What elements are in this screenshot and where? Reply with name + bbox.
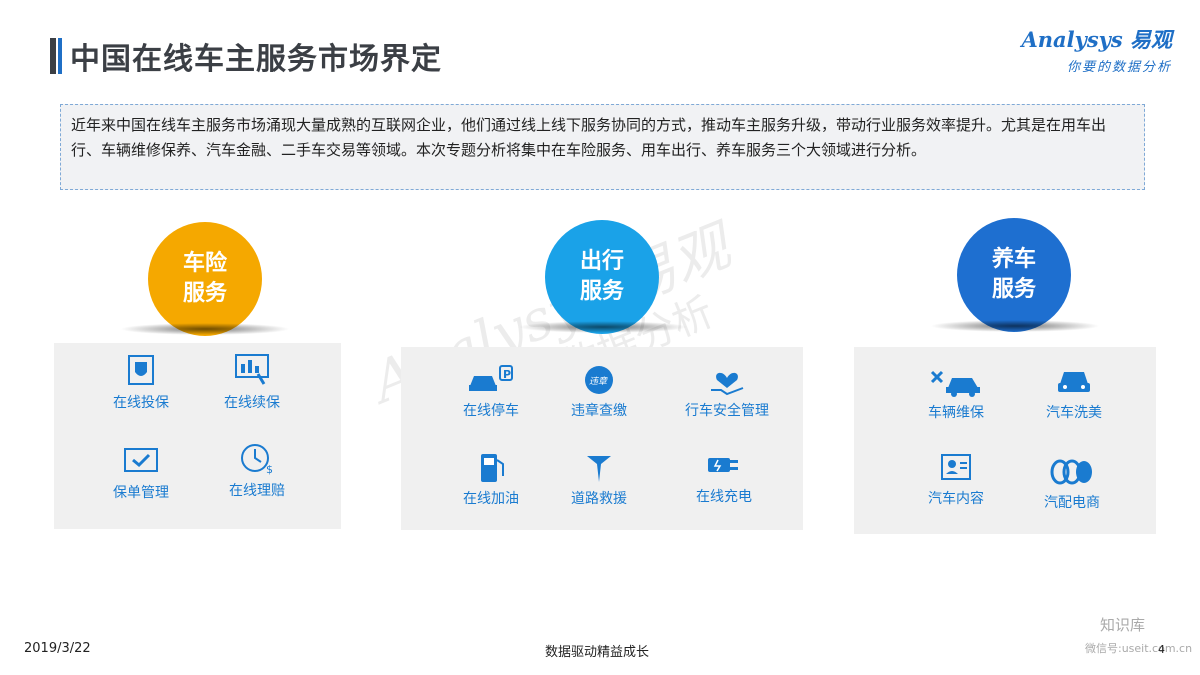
wechat-name: 知识库 [1100, 616, 1146, 634]
tires-icon [1050, 459, 1092, 485]
car-care-title-line1: 养车 [991, 247, 1036, 272]
title-accent-bar [50, 38, 56, 74]
logo: Analysys 易观 你要的数据分析 [1021, 24, 1172, 75]
item-label: 在线停车 [463, 403, 519, 419]
logo-slogan: 你要的数据分析 [1066, 60, 1172, 75]
violation-badge-icon: 违章 [585, 366, 613, 394]
clock-dollar-icon: $ [241, 444, 273, 476]
car-parking-icon: P [469, 365, 513, 391]
fuel-pump-icon [481, 454, 504, 482]
service-item-online-charge[interactable]: 在线充电 [669, 450, 779, 506]
service-item-road-rescue[interactable]: 道路救援 [544, 450, 654, 508]
circle-shadow [930, 320, 1100, 332]
service-item-online-refuel[interactable]: 在线加油 [436, 450, 546, 508]
item-label: 在线加油 [463, 491, 519, 507]
item-label: 道路救援 [571, 491, 627, 507]
item-label: 在线理赔 [229, 483, 285, 499]
wrench-hook-icon [587, 456, 611, 482]
service-item-driving-safety[interactable]: 行车安全管理 [672, 364, 782, 420]
service-item-car-content[interactable]: 汽车内容 [901, 452, 1011, 508]
item-label: 在线投保 [113, 395, 169, 411]
item-label: 汽车洗美 [1046, 405, 1102, 421]
renew-screen-icon [235, 354, 269, 385]
footer-slogan: 数据驱动精益成长 [545, 645, 650, 660]
insurance-title-line2: 服务 [182, 281, 227, 306]
service-item-car-maintenance[interactable]: 车辆维保 [901, 366, 1011, 422]
item-label: 汽车内容 [928, 491, 984, 507]
page-title: 中国在线车主服务市场界定 [70, 42, 442, 77]
title-accent-bar-blue [58, 38, 62, 74]
travel-service-circle: 出行 服务 [545, 220, 659, 334]
heart-hand-icon [711, 372, 744, 396]
logo-brand: Analysys 易观 [1021, 27, 1172, 52]
profile-card-icon [941, 454, 971, 480]
service-item-parts-ecommerce[interactable]: 汽配电商 [1017, 456, 1127, 512]
item-label: 车辆维保 [928, 405, 984, 421]
car-care-service-circle: 养车 服务 [957, 218, 1071, 332]
item-label: 汽配电商 [1044, 495, 1100, 511]
item-label: 行车安全管理 [685, 403, 769, 419]
circle-shadow [518, 321, 688, 333]
circle-shadow [120, 323, 290, 335]
svg-text:违章: 违章 [589, 376, 608, 387]
service-item-policy-manage[interactable]: 保单管理 [86, 446, 196, 502]
service-item-online-parking[interactable]: P 在线停车 [436, 364, 546, 420]
item-label: 保单管理 [113, 485, 169, 501]
insurance-title-line1: 车险 [182, 251, 227, 276]
charger-plug-icon [708, 458, 738, 472]
page-number: 4 [1158, 643, 1165, 656]
item-label: 违章查缴 [571, 403, 627, 419]
car-wrench-icon [930, 370, 980, 397]
car-front-icon [1058, 372, 1090, 392]
service-item-car-wash[interactable]: 汽车洗美 [1019, 366, 1129, 422]
intro-text: 近年来中国在线车主服务市场涌现大量成熟的互联网企业，他们通过线上线下服务协同的方… [60, 104, 1145, 190]
travel-title-line2: 服务 [579, 279, 624, 304]
item-label: 在线续保 [224, 395, 280, 411]
service-item-online-claim[interactable]: $ 在线理赔 [202, 440, 312, 500]
service-item-online-renew[interactable]: 在线续保 [197, 352, 307, 412]
svg-text:$: $ [266, 463, 273, 476]
car-care-title-line2: 服务 [991, 277, 1036, 302]
shield-document-icon [128, 355, 154, 385]
service-item-online-insure[interactable]: 在线投保 [86, 352, 196, 412]
insurance-service-circle: 车险 服务 [148, 222, 262, 336]
svg-text:P: P [503, 368, 511, 381]
wechat-id: 微信号:useit.com.cn [1085, 642, 1193, 655]
monitor-check-icon [124, 448, 158, 472]
item-label: 在线充电 [696, 489, 752, 505]
travel-title-line1: 出行 [579, 249, 624, 274]
service-item-violation-pay[interactable]: 违章 违章查缴 [544, 364, 654, 420]
footer-date: 2019/3/22 [24, 641, 91, 656]
